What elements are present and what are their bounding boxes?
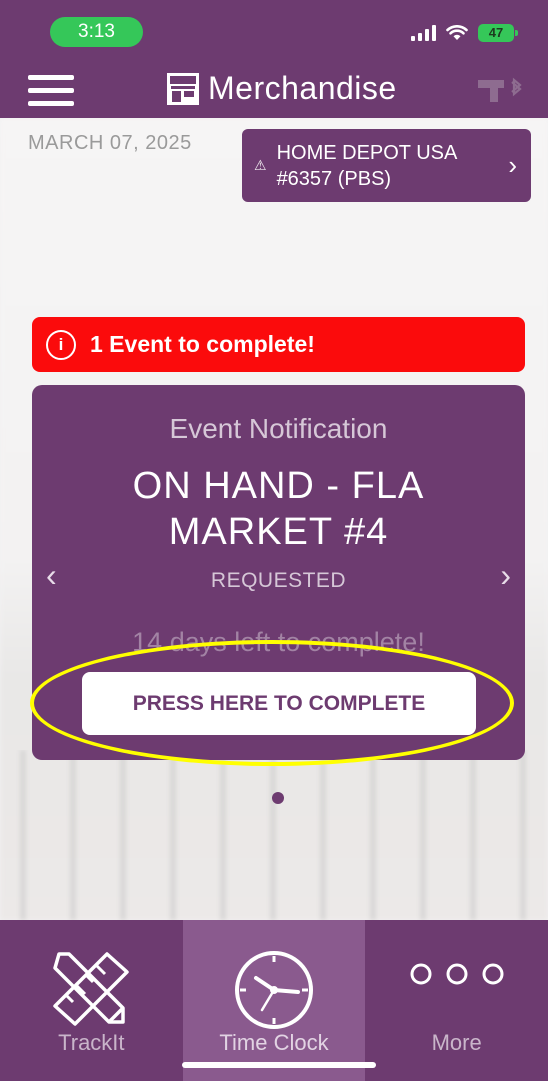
alert-text: 1 Event to complete! [90, 331, 315, 357]
event-status: REQUESTED [210, 569, 347, 592]
home-indicator[interactable] [182, 1062, 376, 1068]
status-indicators: 47 [411, 24, 518, 42]
tab-more[interactable]: More [365, 920, 548, 1081]
scanner-bluetooth-icon[interactable] [476, 76, 526, 104]
tab-label-time-clock: Time Clock [219, 1030, 329, 1055]
app-title: Merchandise [208, 70, 397, 106]
cellular-signal-icon [411, 25, 436, 41]
tab-label-more: More [431, 1030, 482, 1055]
store-name-line1: HOME DEPOT USA [276, 141, 458, 164]
battery-icon: 47 [478, 24, 518, 42]
status-time: 3:13 [50, 17, 143, 47]
store-icon [167, 72, 199, 105]
current-date: MARCH 07, 2025 [28, 132, 192, 154]
tab-label-trackit: TrackIt [58, 1030, 125, 1055]
info-icon: i [46, 329, 76, 360]
event-title: ON HAND - FLA MARKET #4 [132, 465, 425, 553]
clock-icon [235, 951, 313, 1029]
menu-icon[interactable] [28, 75, 74, 107]
highlight-annotation [30, 640, 514, 766]
app-brand: Merchandise [166, 70, 397, 107]
top-bar: 3:13 47 Merchandise [0, 0, 548, 118]
previous-event-button[interactable]: ‹ [46, 557, 57, 594]
background-fence [0, 750, 548, 920]
wifi-icon [446, 25, 468, 40]
tab-bar: TrackIt Time Clock More [0, 920, 548, 1081]
store-name-line2: #6357 (PBS) [276, 167, 392, 190]
card-heading: Event Notification [169, 413, 388, 444]
store-name: HOME DEPOT USA #6357 (PBS) [277, 140, 509, 192]
carousel-page-indicator [272, 792, 284, 804]
tab-time-clock[interactable]: Time Clock [182, 920, 366, 1081]
ruler-pencil-icon [53, 952, 130, 1026]
tab-trackit[interactable]: TrackIt [0, 920, 183, 1081]
next-event-button[interactable]: › [500, 557, 511, 594]
warning-icon: ⚠ [254, 157, 267, 173]
chevron-right-icon: › [508, 150, 517, 180]
more-dots-icon [410, 963, 504, 985]
store-selector-button[interactable]: ⚠ HOME DEPOT USA #6357 (PBS) › [242, 129, 531, 202]
events-alert-banner: i 1 Event to complete! [32, 317, 525, 372]
